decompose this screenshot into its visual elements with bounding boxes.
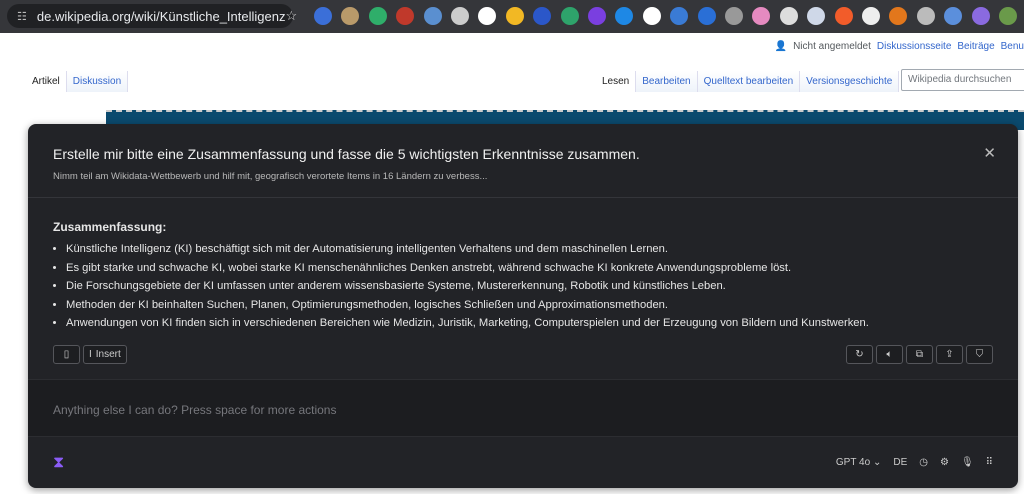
extension-icon[interactable] [862,7,880,25]
extension-icon[interactable] [971,7,990,25]
user-link-account[interactable]: Benu [1001,41,1024,52]
microphone-icon[interactable]: 🎙︎ [961,457,974,468]
copy-icon: ⧉ [915,349,924,360]
extension-icon[interactable] [588,7,606,25]
extension-icon[interactable] [368,7,387,25]
app-logo-icon: ⧗ [53,453,65,471]
model-selector[interactable]: GPT 4o ⌄ [836,457,881,468]
list-item: Künstliche Intelligenz (KI) beschäftigt … [66,240,993,259]
namespace-tabs: Artikel Diskussion [26,71,129,92]
extension-icon[interactable] [725,7,743,25]
language-selector[interactable]: DE [893,457,907,468]
bookmark-star-icon[interactable]: ☆ [285,8,297,24]
user-bar: 👤 Nicht angemeldet Diskussionsseite Beit… [775,41,1024,52]
address-bar[interactable]: ☷ de.wikipedia.org/wiki/Künstliche_Intel… [7,4,297,28]
insert-label: Insert [95,349,121,360]
url-text: de.wikipedia.org/wiki/Künstliche_Intelli… [36,8,286,24]
copy-clipboard-button[interactable]: ▯ [53,345,80,364]
user-link-contributions[interactable]: Beiträge [957,41,994,52]
extension-icon[interactable] [451,7,469,25]
text-cursor-icon: I [89,349,92,360]
gear-icon[interactable]: ⚙ [940,457,949,468]
extension-icon[interactable] [560,7,579,25]
extension-icon[interactable] [642,7,661,25]
extension-icon[interactable] [423,7,442,25]
history-icon[interactable]: ◷ [919,457,928,468]
model-label: GPT 4o [835,457,871,468]
site-settings-icon[interactable]: ☷ [17,10,27,23]
speaker-icon: 🔈︎ [886,349,893,360]
extension-icon[interactable] [944,7,963,25]
insert-button[interactable]: I Insert [83,345,127,364]
prompt-text: Erstelle mir bitte eine Zusammenfassung … [53,146,640,162]
followup-input[interactable]: Anything else I can do? Press space for … [28,379,1018,437]
tab-bearbeiten[interactable]: Bearbeiten [636,71,698,92]
user-icon: 👤 [774,41,788,52]
share-button[interactable]: ⇪ [936,345,963,364]
tab-versionsgeschichte[interactable]: Versionsgeschichte [800,71,900,92]
list-item: Die Forschungsgebiete der KI umfassen un… [66,277,993,296]
extension-icon[interactable] [916,7,935,25]
extension-icon[interactable] [999,7,1017,25]
extension-icon[interactable] [889,7,908,25]
extension-icon[interactable] [670,7,689,25]
extension-icon[interactable] [478,7,497,25]
login-status: Nicht angemeldet [793,41,871,52]
read-aloud-button[interactable]: 🔈︎ [876,345,903,364]
wiki-search-input[interactable]: Wikipedia durchsuchen [901,69,1024,91]
extension-icon[interactable] [533,7,552,25]
user-link-talk[interactable]: Diskussionsseite [877,41,951,52]
context-text: Nimm teil am Wikidata-Wettbewerb und hil… [53,171,488,182]
extension-icon[interactable] [396,7,415,25]
response-heading: Zusammenfassung: [53,220,167,234]
extension-icon[interactable] [697,7,716,25]
extension-icon[interactable] [834,7,853,25]
extension-icon[interactable] [505,7,524,25]
browser-toolbar: ☷ de.wikipedia.org/wiki/Künstliche_Intel… [0,0,1024,33]
regenerate-button[interactable]: ↻ [846,345,873,364]
extension-icon[interactable] [807,7,826,25]
extension-icon[interactable] [314,7,332,25]
tab-artikel[interactable]: Artikel [26,71,67,92]
tab-diskussion[interactable]: Diskussion [66,71,129,92]
refresh-icon: ↻ [855,349,864,360]
list-item: Methoden der KI beinhalten Suchen, Plane… [66,296,993,315]
bookmark-button[interactable]: ⛉ [966,345,993,364]
ai-assistant-panel: Erstelle mir bitte eine Zusammenfassung … [28,124,1018,488]
clipboard-icon: ▯ [63,349,70,360]
tab-lesen[interactable]: Lesen [596,71,637,92]
close-icon[interactable]: ✕ [983,144,996,162]
apps-grid-icon[interactable]: ⠿ [986,457,993,468]
extension-icon[interactable] [341,7,360,25]
bookmark-icon: ⛉ [975,349,984,360]
list-item: Es gibt starke und schwache KI, wobei st… [66,259,993,278]
extension-icon[interactable] [779,7,798,25]
list-item: Anwendungen von KI finden sich in versch… [66,314,993,333]
tab-quelltext[interactable]: Quelltext bearbeiten [697,71,801,92]
extension-icon[interactable] [615,7,634,25]
copy-button[interactable]: ⧉ [906,345,933,364]
extension-icon[interactable] [752,7,771,25]
view-tabs: Lesen Bearbeiten Quelltext bearbeiten Ve… [596,71,900,92]
share-icon: ⇪ [945,349,954,360]
